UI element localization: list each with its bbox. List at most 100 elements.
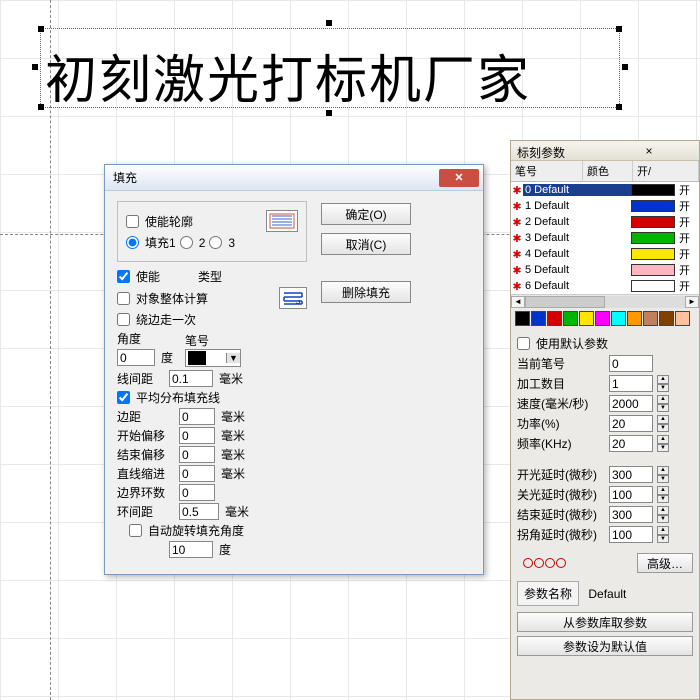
pen-scrollbar[interactable]: ◄ ► [511,294,699,308]
fill1-label: 填充1 [145,234,176,251]
param-name-tab[interactable]: 参数名称 [517,581,579,606]
use-default-checkbox[interactable] [517,337,530,350]
line-dist-input[interactable] [169,370,213,387]
fill3-radio[interactable] [209,236,222,249]
param-name-value: Default [588,587,626,601]
count-spinner[interactable]: ▲▼ [657,375,669,392]
start-off-input[interactable] [179,427,215,444]
auto-rot-checkbox[interactable] [129,524,142,537]
off-delay-label: 关光延时(微秒) [517,486,605,503]
from-lib-button[interactable]: 从参数库取参数 [517,612,693,632]
off-delay-input[interactable] [609,486,653,503]
enable-checkbox[interactable] [117,270,130,283]
selection-handle[interactable] [38,26,44,32]
set-default-button[interactable]: 参数设为默认值 [517,636,693,656]
delete-fill-button[interactable]: 删除填充 [321,281,411,303]
fill3-label: 3 [228,236,235,250]
palette-swatch[interactable] [531,311,546,326]
pen-dropdown[interactable]: ▼ [185,349,241,367]
canvas-text[interactable]: 初刻激光打标机厂家 [45,38,531,113]
avg-fill-checkbox[interactable] [117,391,130,404]
fill1-radio[interactable] [126,236,139,249]
scroll-left-icon[interactable]: ◄ [511,296,525,308]
palette-swatch[interactable] [611,311,626,326]
selection-handle[interactable] [32,64,38,70]
selection-handle[interactable] [326,20,332,26]
palette-swatch[interactable] [563,311,578,326]
margin-input[interactable] [179,408,215,425]
palette-swatch[interactable] [547,311,562,326]
mark-params-panel: 标刻参数 × 笔号 颜色 开/ ✱0 Default开✱1 Default开✱2… [510,140,700,700]
ok-button[interactable]: 确定(O) [321,203,411,225]
pen-no-label: 笔号 [185,332,241,349]
count-input[interactable] [609,375,653,392]
enable-outline-checkbox[interactable] [126,215,139,228]
freq-input[interactable] [609,435,653,452]
end-delay-input[interactable] [609,506,653,523]
palette-swatch[interactable] [579,311,594,326]
whole-calc-checkbox[interactable] [117,292,130,305]
edge-loops-input[interactable] [179,484,215,501]
selection-handle[interactable] [622,64,628,70]
color-palette[interactable] [511,308,699,329]
selection-handle[interactable] [38,104,44,110]
mm-unit: 毫米 [219,370,243,387]
dialog-title: 填充 [109,169,439,186]
walk-once-checkbox[interactable] [117,313,130,326]
fill2-label: 2 [199,236,206,250]
cur-pen-input[interactable] [609,355,653,372]
use-default-label: 使用默认参数 [536,335,608,352]
panel-close-icon[interactable]: × [605,144,693,157]
walk-once-label: 绕边走一次 [136,311,196,328]
pen-row[interactable]: ✱5 Default开 [511,262,699,278]
freq-spinner[interactable]: ▲▼ [657,435,669,452]
ring-dist-input[interactable] [179,503,219,520]
enable-outline-label: 使能轮廓 [145,213,193,230]
auto-rot-input[interactable] [169,541,213,558]
pen-row[interactable]: ✱0 Default开 [511,182,699,198]
line-shrink-input[interactable] [179,465,215,482]
selection-handle[interactable] [616,26,622,32]
panel-titlebar[interactable]: 标刻参数 × [511,141,699,161]
speed-spinner[interactable]: ▲▼ [657,395,669,412]
freq-label: 频率(KHz) [517,435,605,452]
pen-row[interactable]: ✱4 Default开 [511,246,699,262]
pen-row[interactable]: ✱2 Default开 [511,214,699,230]
corner-delay-label: 拐角延时(微秒) [517,526,605,543]
end-delay-label: 结束延时(微秒) [517,506,605,523]
palette-swatch[interactable] [515,311,530,326]
angle-input[interactable] [117,349,155,366]
palette-swatch[interactable] [659,311,674,326]
on-delay-input[interactable] [609,466,653,483]
edge-loops-label: 边界环数 [117,484,175,501]
pen-row[interactable]: ✱1 Default开 [511,198,699,214]
start-off-label: 开始偏移 [117,427,175,444]
palette-swatch[interactable] [595,311,610,326]
count-label: 加工数目 [517,375,605,392]
advanced-button[interactable]: 高级… [637,553,693,573]
line-shrink-label: 直线缩进 [117,465,175,482]
palette-swatch[interactable] [643,311,658,326]
end-off-input[interactable] [179,446,215,463]
pen-list[interactable]: ✱0 Default开✱1 Default开✱2 Default开✱3 Defa… [511,182,699,294]
pen-row[interactable]: ✱6 Default开 [511,278,699,294]
corner-delay-input[interactable] [609,526,653,543]
speed-label: 速度(毫米/秒) [517,395,605,412]
pattern-icon[interactable] [279,287,307,309]
close-button[interactable]: ✕ [439,169,479,187]
pen-row[interactable]: ✱3 Default开 [511,230,699,246]
power-spinner[interactable]: ▲▼ [657,415,669,432]
scroll-right-icon[interactable]: ► [685,296,699,308]
power-input[interactable] [609,415,653,432]
speed-input[interactable] [609,395,653,412]
palette-swatch[interactable] [627,311,642,326]
selection-handle[interactable] [616,104,622,110]
hatch-preview-icon[interactable] [266,210,298,232]
dialog-titlebar[interactable]: 填充 ✕ [105,165,483,191]
cancel-button[interactable]: 取消(C) [321,233,411,255]
palette-swatch[interactable] [675,311,690,326]
on-delay-label: 开光延时(微秒) [517,466,605,483]
power-label: 功率(%) [517,415,605,432]
fill2-radio[interactable] [180,236,193,249]
type-label: 类型 [198,268,222,285]
